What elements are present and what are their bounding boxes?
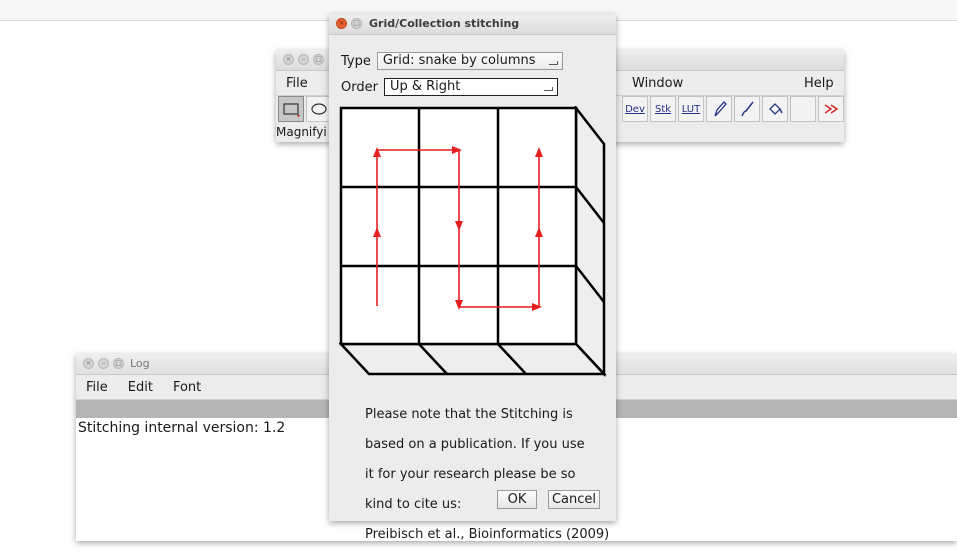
dialog-titlebar[interactable]: × □ Grid/Collection stitching: [329, 14, 616, 35]
note-line: Please note that the Stitching is: [365, 407, 573, 422]
empty-tool-slot: [790, 96, 816, 122]
note-line: it for your research please be so: [365, 467, 576, 482]
left-toolbar: [278, 96, 332, 122]
order-row: Order Up & Right: [341, 78, 558, 96]
menu-file[interactable]: File: [276, 76, 318, 91]
cancel-button[interactable]: Cancel: [548, 490, 600, 509]
dropdown-arrow-icon: [548, 61, 558, 65]
type-select-value: Grid: snake by columns: [382, 53, 536, 68]
log-title: Log: [130, 357, 150, 370]
close-icon[interactable]: ×: [283, 54, 294, 65]
minimize-icon[interactable]: –: [298, 54, 309, 65]
type-label: Type: [341, 53, 371, 69]
rectangle-tool[interactable]: [278, 96, 304, 122]
order-select[interactable]: Up & Right: [383, 78, 558, 96]
right-toolbar: Dev Stk LUT: [622, 96, 844, 122]
maximize-icon[interactable]: □: [313, 54, 324, 65]
dev-tool[interactable]: Dev: [622, 96, 648, 122]
log-menu-font[interactable]: Font: [163, 380, 211, 395]
rectangle-icon: [283, 103, 300, 117]
brush-tool[interactable]: [734, 96, 760, 122]
stk-tool[interactable]: Stk: [650, 96, 676, 122]
brush-icon: [741, 101, 754, 117]
dialog-title: Grid/Collection stitching: [369, 17, 520, 30]
close-icon[interactable]: ×: [83, 358, 94, 369]
citation-note: Please note that the Stitching is based …: [365, 392, 615, 557]
close-icon[interactable]: ×: [336, 18, 347, 29]
ok-button[interactable]: OK: [497, 490, 537, 509]
pencil-tool[interactable]: [706, 96, 732, 122]
oval-icon: [311, 103, 327, 115]
order-label: Order: [341, 79, 378, 95]
order-select-value: Up & Right: [389, 79, 461, 94]
lut-tool[interactable]: LUT: [678, 96, 704, 122]
status-text: Magnifyi: [276, 125, 327, 139]
type-select[interactable]: Grid: snake by columns: [376, 52, 563, 70]
maximize-icon[interactable]: □: [113, 358, 124, 369]
double-chevron-right-icon: [824, 104, 839, 114]
stitching-dialog: × □ Grid/Collection stitching Type Grid:…: [329, 14, 616, 542]
menu-help[interactable]: Help: [804, 76, 834, 91]
note-line: Preibisch et al., Bioinformatics (2009): [365, 527, 610, 542]
log-menu-file[interactable]: File: [76, 380, 118, 395]
grid-order-illustration: [339, 106, 607, 378]
flood-fill-icon: [769, 103, 783, 115]
grid-side-face: [574, 106, 606, 378]
flood-fill-tool[interactable]: [762, 96, 788, 122]
log-menu-edit[interactable]: Edit: [118, 380, 163, 395]
maximize-icon[interactable]: □: [351, 18, 362, 29]
dropdown-arrow-icon: [543, 87, 553, 91]
note-line: based on a publication. If you use: [365, 437, 585, 452]
minimize-icon[interactable]: –: [98, 358, 109, 369]
type-row: Type Grid: snake by columns: [341, 52, 563, 70]
more-tools-button[interactable]: [818, 96, 844, 122]
menu-window[interactable]: Window: [632, 76, 683, 91]
grid-bottom-face: [339, 342, 607, 376]
pencil-icon: [714, 101, 727, 117]
